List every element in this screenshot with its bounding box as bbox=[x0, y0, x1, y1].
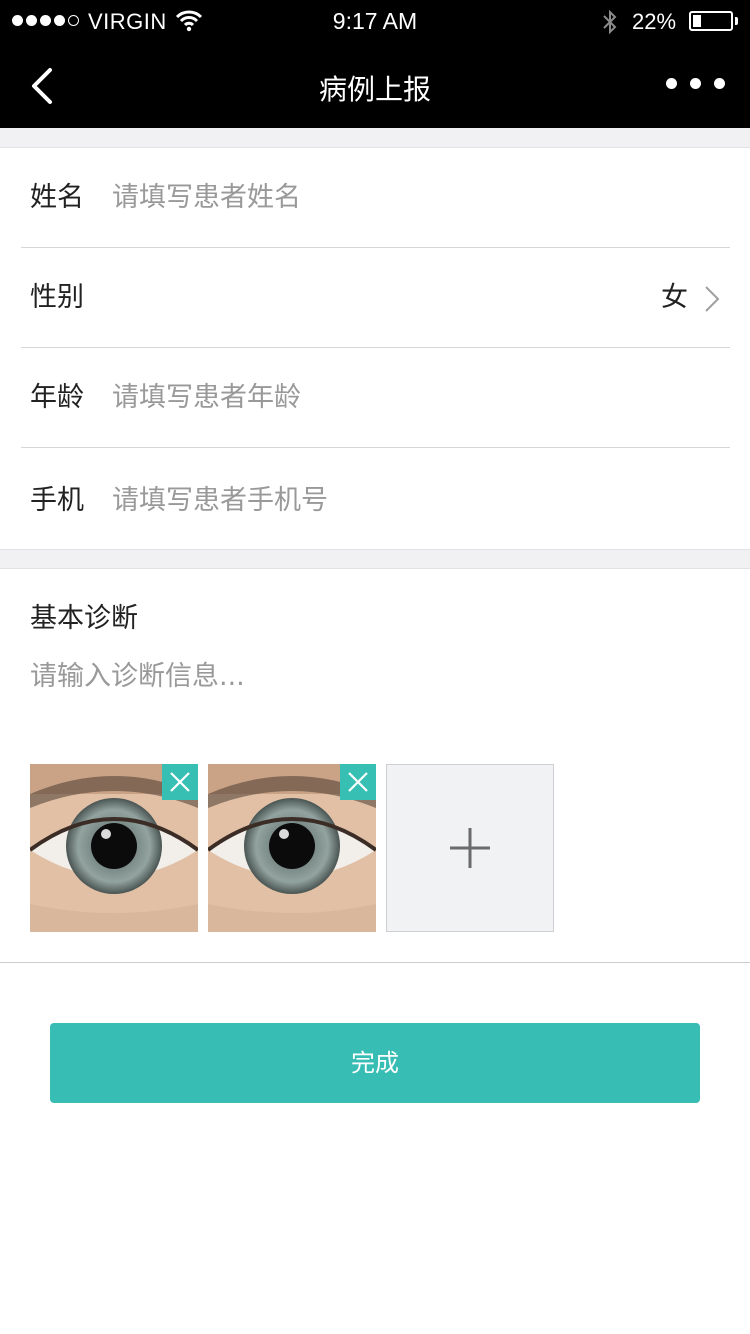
name-label: 姓名 bbox=[30, 182, 84, 213]
bluetooth-icon bbox=[603, 9, 617, 35]
gender-value[interactable]: 女 bbox=[661, 248, 688, 348]
section-divider bbox=[0, 962, 750, 963]
phone-label: 手机 bbox=[30, 485, 84, 516]
case-report-screen: VIRGIN 9:17 AM 22% 病例上报 姓名 请填写患者姓名 性别 女 … bbox=[0, 0, 750, 1334]
section-separator bbox=[0, 128, 750, 148]
phone-row[interactable]: 手机 请填写患者手机号 bbox=[0, 448, 750, 549]
diagnosis-input[interactable]: 请输入诊断信息... bbox=[30, 654, 245, 693]
chevron-right-icon[interactable] bbox=[704, 285, 720, 313]
battery-icon bbox=[689, 11, 733, 31]
done-button[interactable]: 完成 bbox=[50, 1023, 700, 1103]
name-input[interactable]: 请填写患者姓名 bbox=[112, 148, 301, 248]
battery-percent: 22% bbox=[632, 9, 677, 34]
plus-icon bbox=[450, 828, 490, 868]
diagnosis-label: 基本诊断 bbox=[30, 603, 138, 634]
remove-photo-button[interactable] bbox=[162, 764, 198, 800]
close-icon bbox=[348, 772, 368, 792]
eye-photo[interactable] bbox=[30, 764, 198, 932]
page-title: 病例上报 bbox=[318, 73, 431, 106]
remove-photo-button[interactable] bbox=[340, 764, 376, 800]
section-separator bbox=[0, 549, 750, 569]
more-dot bbox=[666, 78, 677, 89]
more-dot bbox=[690, 78, 701, 89]
gender-row[interactable]: 性别 女 bbox=[0, 248, 750, 348]
age-input[interactable]: 请填写患者年龄 bbox=[112, 348, 301, 448]
battery-level bbox=[693, 15, 701, 27]
more-dots-icon[interactable] bbox=[666, 78, 725, 89]
phone-input[interactable]: 请填写患者手机号 bbox=[112, 448, 328, 554]
gender-label: 性别 bbox=[30, 282, 84, 313]
battery-cap bbox=[735, 17, 738, 25]
close-icon bbox=[170, 772, 190, 792]
age-row[interactable]: 年龄 请填写患者年龄 bbox=[0, 348, 750, 448]
status-bar: VIRGIN 9:17 AM 22% bbox=[0, 0, 750, 42]
add-photo-button[interactable] bbox=[386, 764, 554, 932]
navigation-bar: 病例上报 bbox=[0, 42, 750, 128]
more-dot bbox=[714, 78, 725, 89]
eye-photo[interactable] bbox=[208, 764, 376, 932]
name-row[interactable]: 姓名 请填写患者姓名 bbox=[0, 148, 750, 248]
age-label: 年龄 bbox=[30, 382, 84, 413]
